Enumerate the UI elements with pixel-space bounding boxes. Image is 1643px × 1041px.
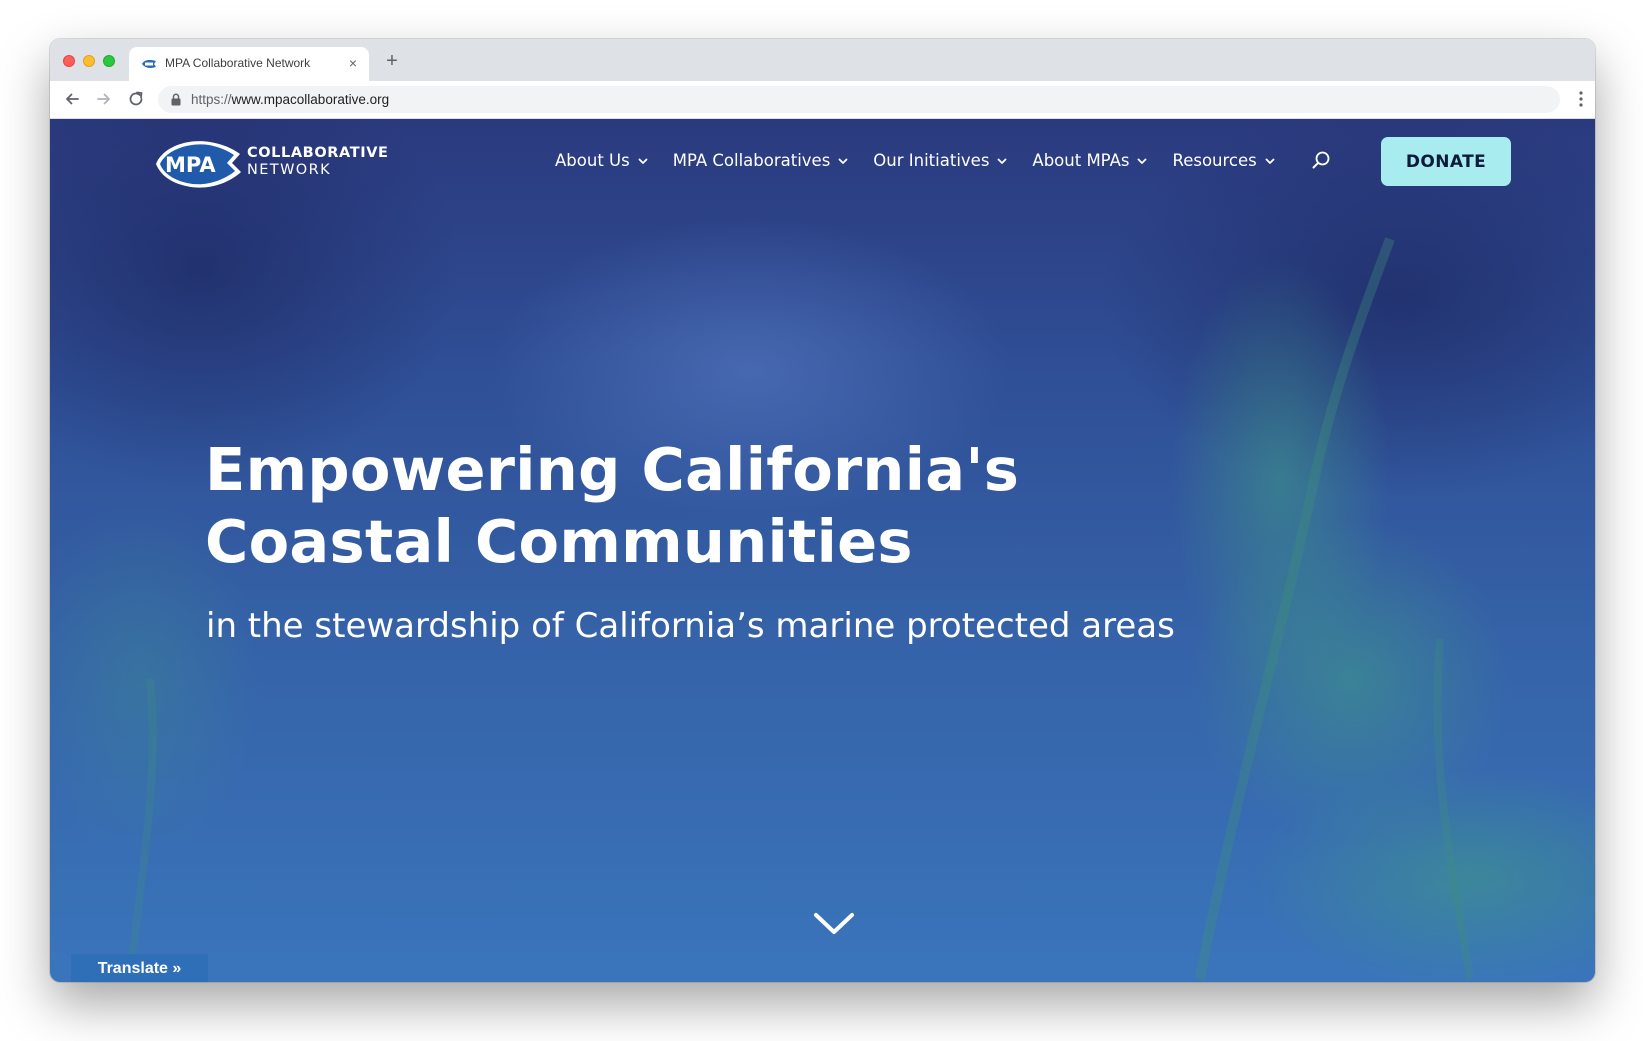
lock-icon xyxy=(171,93,181,106)
url-scheme: https:// xyxy=(191,92,232,107)
more-vert-icon[interactable] xyxy=(1579,90,1583,108)
tab-title: MPA Collaborative Network xyxy=(165,56,311,70)
logo-line-1: COLLABORATIVE xyxy=(247,145,389,161)
hero-title: Empowering California's Coastal Communiti… xyxy=(205,434,1019,578)
chevron-down-icon xyxy=(838,158,848,164)
web-page: MPA COLLABORATIVE NETWORK About Us MPA C… xyxy=(50,119,1595,982)
hero-subtitle: in the stewardship of California’s marin… xyxy=(206,606,1175,646)
address-toolbar: https://www.mpacollaborative.org xyxy=(50,81,1595,119)
nav-item-our-initiatives[interactable]: Our Initiatives xyxy=(873,151,1007,170)
chevron-down-icon xyxy=(1138,158,1147,164)
hero-title-line-1: Empowering California's xyxy=(205,435,1020,504)
translate-button[interactable]: Translate » xyxy=(71,954,208,982)
close-tab-icon[interactable]: × xyxy=(345,55,361,71)
nav-label: About MPAs xyxy=(1032,150,1130,170)
search-icon[interactable] xyxy=(1311,150,1331,170)
nav-label: MPA Collaboratives xyxy=(672,150,831,170)
nav-label: Resources xyxy=(1172,150,1257,170)
url-text: https://www.mpacollaborative.org xyxy=(191,92,389,107)
new-tab-button[interactable]: + xyxy=(380,49,404,73)
tab-strip: MPA Collaborative Network × + xyxy=(50,39,1595,81)
arrow-right-icon[interactable] xyxy=(94,89,114,109)
nav-item-resources[interactable]: Resources xyxy=(1172,150,1275,170)
nav-item-about-us[interactable]: About Us xyxy=(555,151,648,170)
minimize-window-button[interactable] xyxy=(83,55,95,67)
reload-icon[interactable] xyxy=(126,89,146,109)
browser-window: MPA Collaborative Network × + https://ww… xyxy=(50,39,1595,982)
chevron-down-icon xyxy=(1265,158,1275,164)
chevron-down-icon xyxy=(638,158,648,164)
logo-line-2: NETWORK xyxy=(247,162,331,178)
nav-label: About Us xyxy=(555,150,630,170)
hero-title-line-2: Coastal Communities xyxy=(205,507,913,576)
fish-logo-icon: MPA xyxy=(156,141,241,188)
maximize-window-button[interactable] xyxy=(103,55,115,67)
nav-item-mpa-collaboratives[interactable]: MPA Collaboratives xyxy=(673,151,849,170)
chevron-down-icon[interactable] xyxy=(813,911,855,937)
chevron-down-icon xyxy=(998,158,1007,164)
nav-item-about-mpas[interactable]: About MPAs xyxy=(1032,151,1147,170)
browser-tab[interactable]: MPA Collaborative Network × xyxy=(129,47,369,81)
logo-mark-text: MPA xyxy=(165,153,216,177)
nav-label: Our Initiatives xyxy=(873,150,990,170)
site-header: MPA COLLABORATIVE NETWORK About Us MPA C… xyxy=(50,119,1595,209)
main-nav: About Us MPA Collaboratives Our Initiati… xyxy=(555,147,1300,173)
site-logo[interactable]: MPA COLLABORATIVE NETWORK xyxy=(152,134,392,192)
url-bar[interactable]: https://www.mpacollaborative.org xyxy=(158,86,1560,113)
donate-button[interactable]: DONATE xyxy=(1381,137,1511,186)
close-window-button[interactable] xyxy=(63,55,75,67)
url-host: www.mpacollaborative.org xyxy=(231,92,390,107)
arrow-left-icon[interactable] xyxy=(62,89,82,109)
favicon-icon xyxy=(142,60,156,68)
